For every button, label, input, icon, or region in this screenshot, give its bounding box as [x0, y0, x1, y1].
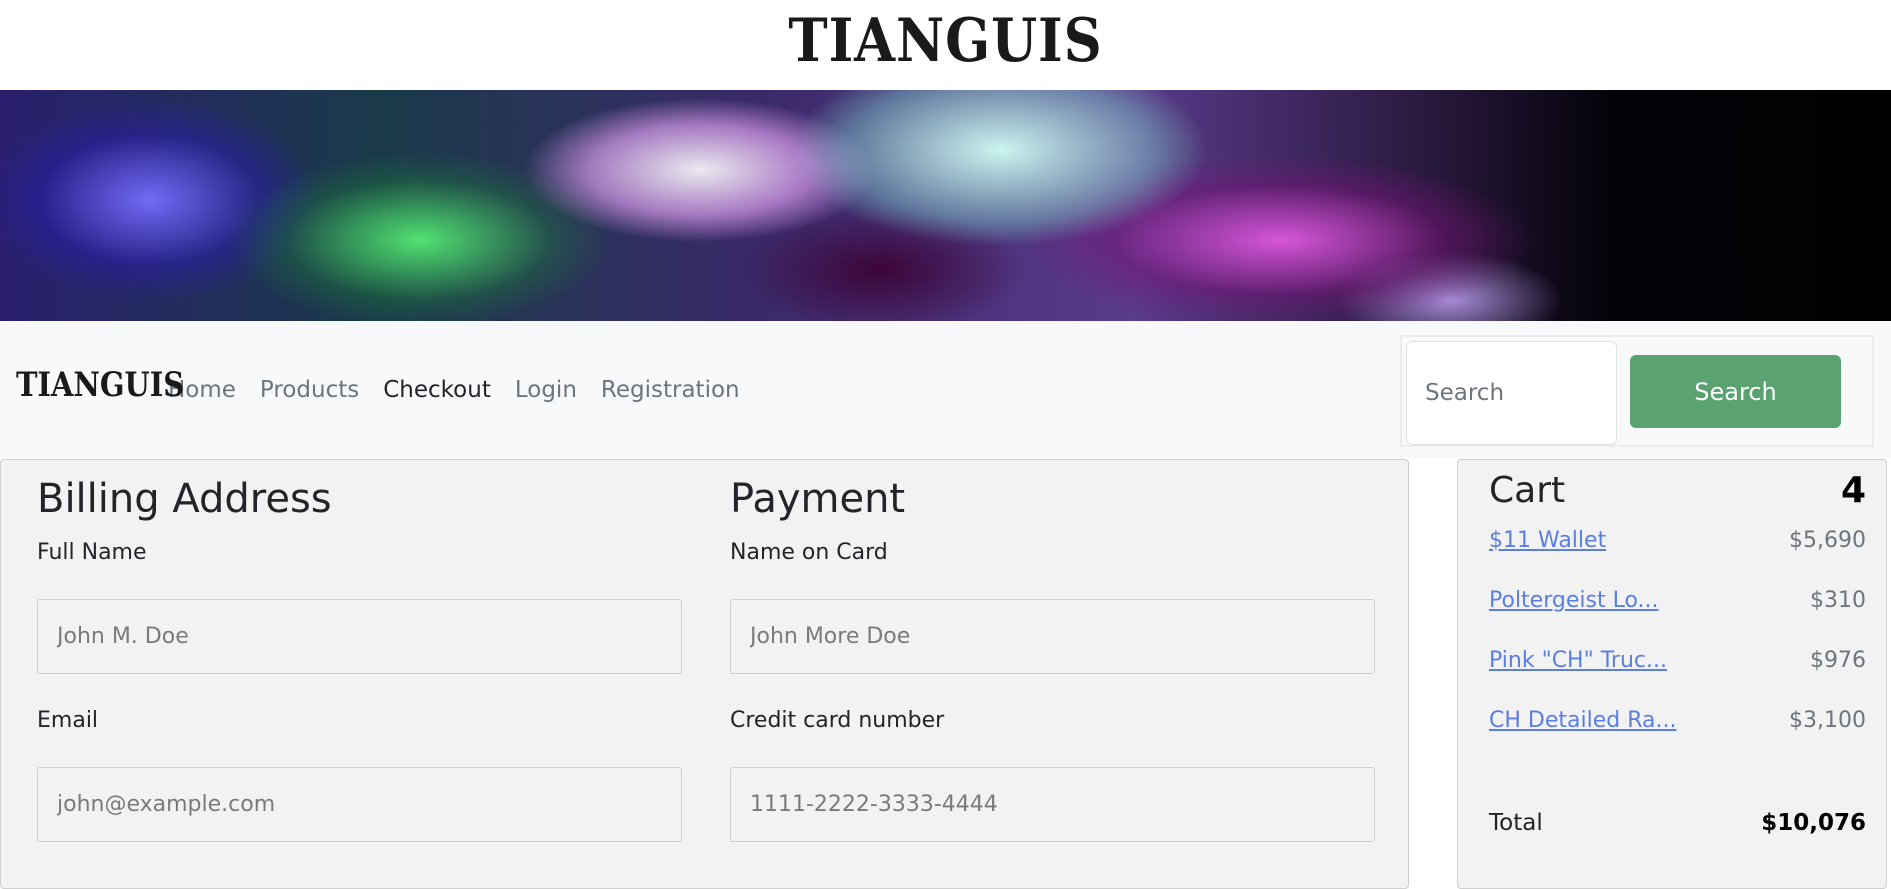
cart-item-link[interactable]: Pink "CH" Truc...	[1489, 648, 1667, 673]
cart-item: CH Detailed Ra... $3,100	[1489, 708, 1866, 748]
cart-item-link[interactable]: CH Detailed Ra...	[1489, 708, 1676, 733]
search-form: Search	[1400, 335, 1874, 447]
nav-link-registration[interactable]: Registration	[601, 377, 740, 403]
email-label: Email	[37, 708, 99, 733]
cart-panel: Cart 4 $11 Wallet $5,690 Poltergeist Lo.…	[1457, 459, 1887, 889]
search-button[interactable]: Search	[1630, 355, 1841, 428]
checkout-form-panel: Billing Address Full Name Email Payment …	[0, 459, 1409, 889]
navbar: TIANGUIS Home Products Checkout Login Re…	[0, 321, 1891, 458]
nav-link-login[interactable]: Login	[515, 377, 577, 403]
nav-links: Home Products Checkout Login Registratio…	[168, 377, 764, 403]
cart-total-value: $10,076	[1761, 810, 1866, 836]
email-input[interactable]	[37, 767, 682, 842]
full-name-label: Full Name	[37, 540, 147, 565]
payment-title: Payment	[730, 476, 906, 522]
cart-title: Cart	[1489, 470, 1566, 511]
cart-item-link[interactable]: $11 Wallet	[1489, 528, 1606, 553]
cart-item: Poltergeist Lo... $310	[1489, 588, 1866, 628]
cart-item-price: $3,100	[1789, 708, 1866, 733]
top-logo-bar: TIANGUIS	[0, 0, 1891, 90]
navbar-brand-logo[interactable]: TIANGUIS	[16, 368, 184, 402]
cart-total-label: Total	[1489, 810, 1543, 836]
search-input[interactable]	[1406, 341, 1617, 445]
credit-card-number-input[interactable]	[730, 767, 1375, 842]
name-on-card-label: Name on Card	[730, 540, 888, 565]
cart-item-link[interactable]: Poltergeist Lo...	[1489, 588, 1659, 613]
cart-item-price: $310	[1810, 588, 1866, 613]
cart-count-badge: 4	[1840, 470, 1866, 511]
full-name-input[interactable]	[37, 599, 682, 674]
nav-link-checkout[interactable]: Checkout	[383, 377, 491, 403]
credit-card-number-label: Credit card number	[730, 708, 945, 733]
name-on-card-input[interactable]	[730, 599, 1375, 674]
cart-item: Pink "CH" Truc... $976	[1489, 648, 1866, 688]
cart-item-price: $976	[1810, 648, 1866, 673]
site-logo[interactable]: TIANGUIS	[788, 11, 1102, 71]
cart-item: $11 Wallet $5,690	[1489, 528, 1866, 568]
cart-item-price: $5,690	[1789, 528, 1866, 553]
nav-link-products[interactable]: Products	[260, 377, 359, 403]
hero-banner-image	[0, 90, 1891, 321]
billing-address-title: Billing Address	[37, 476, 332, 522]
